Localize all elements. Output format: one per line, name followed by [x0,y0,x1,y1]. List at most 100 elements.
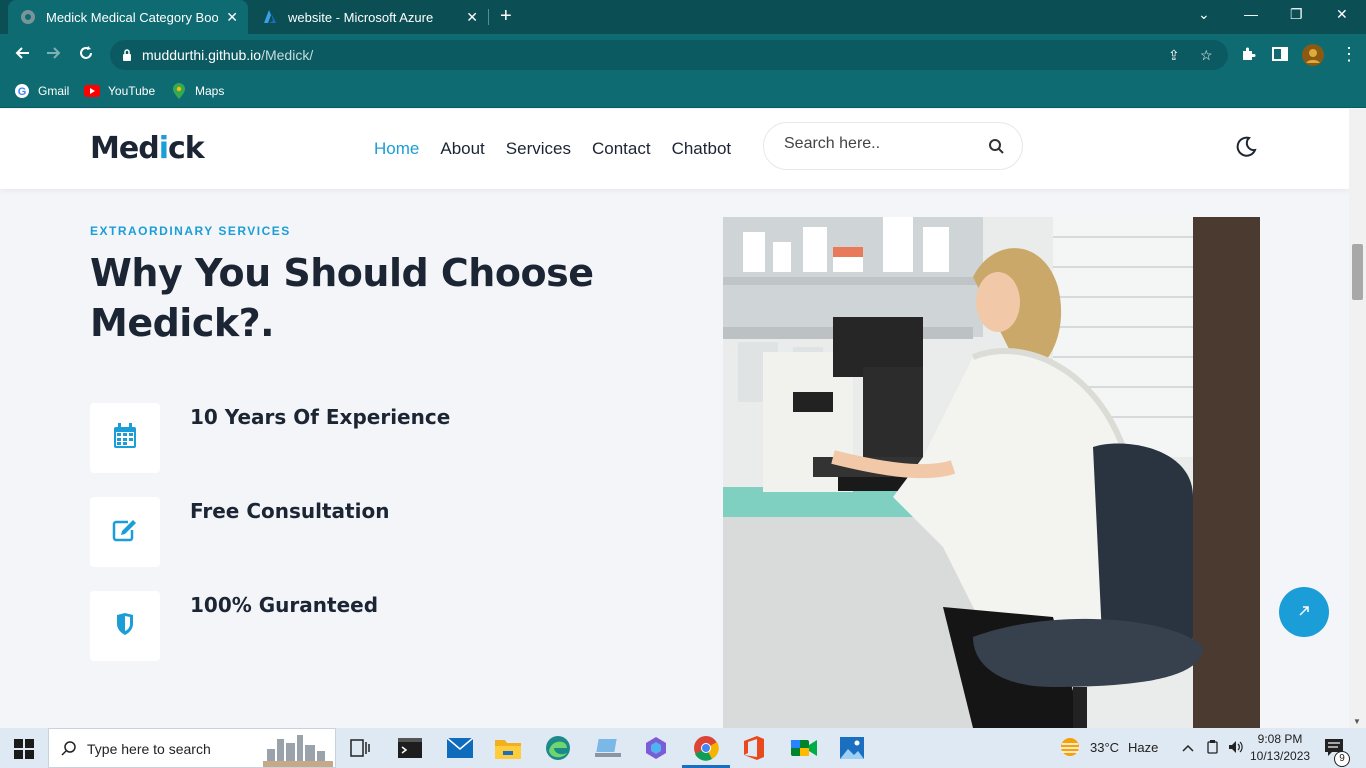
back-icon[interactable] [14,45,30,66]
terminal-icon[interactable] [396,734,424,762]
weather-temp: 33°C [1090,740,1120,755]
feature-title: 100% Guranteed [190,593,379,617]
lock-icon[interactable] [122,48,132,66]
bookmark-star-icon[interactable]: ☆ [1200,47,1213,64]
section-heading: Why You Should Choose Medick?. [90,251,594,345]
nav-services[interactable]: Services [506,139,571,159]
youtube-icon [84,83,100,99]
clock-date: 10/13/2023 [1250,749,1311,763]
bookmarks-bar: G Gmail YouTube Maps [0,76,1366,108]
file-explorer-icon[interactable] [494,734,522,762]
feature-icon-box [90,403,160,473]
maps-icon [171,83,187,99]
clock-time: 9:08 PM [1257,732,1303,746]
copilot-icon[interactable] [642,734,670,762]
url-host: muddurthi.github.io [142,47,262,63]
feature-icon-box [90,591,160,661]
minimize-icon[interactable]: — [1244,6,1258,22]
back-to-top-button[interactable] [1279,587,1329,637]
tab-search-icon[interactable]: ⌄ [1198,6,1210,23]
meet-icon[interactable] [790,734,818,762]
volume-icon[interactable] [1228,740,1244,757]
azure-icon [262,9,278,25]
scrollbar-thumb[interactable] [1352,244,1363,300]
profile-avatar[interactable] [1302,44,1324,71]
bookmark-maps[interactable]: Maps [171,83,224,99]
feature-consultation: Free Consultation [90,497,590,567]
close-tab-icon[interactable]: ✕ [226,9,238,26]
nav-chatbot[interactable]: Chatbot [672,139,732,159]
browser-tab-strip: Medick Medical Category Bootst ✕ website… [0,0,1366,34]
extensions-icon[interactable] [1240,46,1256,67]
photos-icon[interactable] [838,734,866,762]
dark-mode-toggle-icon[interactable] [1234,135,1258,164]
svg-text:G: G [18,86,27,98]
tab-azure[interactable]: website - Microsoft Azure ✕ [252,0,488,34]
scroll-down-icon[interactable]: ▼ [1353,717,1361,726]
feature-title: 10 Years Of Experience [190,405,451,429]
share-icon[interactable]: ⇪ [1168,47,1180,64]
close-window-icon[interactable]: ✕ [1336,6,1348,23]
menu-kebab-icon[interactable]: ⋮ [1340,44,1358,65]
bookmark-label: Gmail [38,84,70,98]
weather-desc: Haze [1128,740,1159,755]
arrow-up-icon [1297,604,1311,621]
feature-guarantee: 100% Guranteed [90,591,590,661]
taskbar-search[interactable]: Type here to search [48,728,336,768]
city-skyline-icon [263,733,333,768]
mail-icon[interactable] [446,734,474,762]
omnibox[interactable]: muddurthi.github.io/Medick/ ⇪ ☆ [110,40,1228,70]
laptop-app-icon[interactable] [594,734,622,762]
windows-start-icon[interactable] [14,739,34,764]
bookmark-label: YouTube [108,84,156,98]
bookmark-gmail[interactable]: G Gmail [14,83,69,99]
url-path: /Medick/ [261,47,314,63]
tab-divider [488,9,489,25]
page-scrollbar[interactable]: ▼ [1349,109,1366,728]
close-tab-icon[interactable]: ✕ [466,9,478,26]
restore-icon[interactable]: ❐ [1290,6,1303,23]
reload-icon[interactable] [78,45,94,66]
site-logo[interactable]: Medick [90,131,205,166]
weather-icon[interactable] [1058,736,1082,761]
windows-taskbar: Type here to search 33°C Haze 9:08 PM 10… [0,728,1366,768]
new-tab-icon[interactable]: + [500,6,512,26]
office-icon[interactable] [740,734,768,762]
nav-home[interactable]: Home [374,139,419,159]
forward-icon[interactable] [46,45,62,66]
shield-icon [116,612,134,640]
edge-icon[interactable] [544,734,572,762]
calendar-icon [113,422,137,454]
search-icon[interactable] [988,138,1004,159]
taskbar-search-placeholder: Type here to search [87,741,211,757]
search-icon [61,740,77,761]
site-search [763,122,1023,170]
chrome-icon[interactable] [682,734,730,768]
bookmark-label: Maps [195,84,225,98]
system-clock[interactable]: 9:08 PM 10/13/2023 [1250,731,1310,765]
nav-about[interactable]: About [440,139,484,159]
logo-part: Med [90,131,160,166]
meet-now-icon[interactable] [1206,740,1220,757]
gmail-icon: G [14,83,30,99]
notification-badge: 9 [1334,751,1350,767]
bookmark-youtube[interactable]: YouTube [84,83,155,99]
url-text: muddurthi.github.io/Medick/ [142,47,313,63]
globe-icon [20,9,36,25]
logo-highlight: i [158,131,169,166]
section-eyebrow: EXTRAORDINARY SERVICES [90,224,291,238]
tab-title: website - Microsoft Azure [288,9,434,25]
address-toolbar: muddurthi.github.io/Medick/ ⇪ ☆ ⋮ [0,34,1366,76]
nav-contact[interactable]: Contact [592,139,651,159]
tab-title: Medick Medical Category Bootst [46,9,218,25]
task-view-icon[interactable] [346,734,374,762]
feature-title: Free Consultation [190,499,390,523]
feature-experience: 10 Years Of Experience [90,403,590,473]
tray-chevron-up-icon[interactable] [1182,740,1194,755]
logo-part: ck [167,131,205,166]
tab-medick[interactable]: Medick Medical Category Bootst ✕ [8,0,248,34]
search-input[interactable] [784,135,974,153]
side-panel-icon[interactable] [1272,46,1288,67]
site-header: Medick Home About Services Contact Chatb… [0,109,1349,189]
main-nav: Home About Services Contact Chatbot [374,139,752,159]
